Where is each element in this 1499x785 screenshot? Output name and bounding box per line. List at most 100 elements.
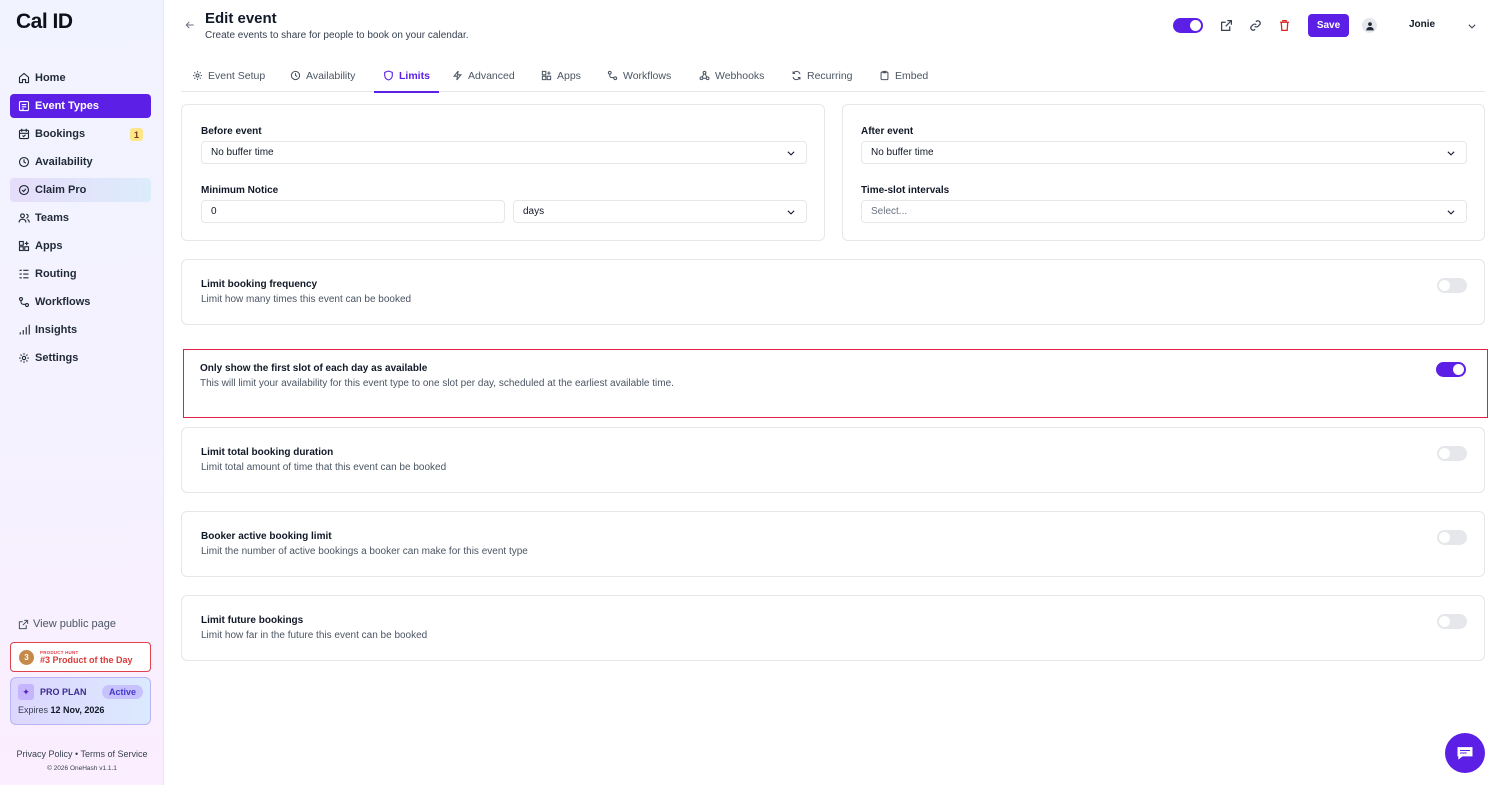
tab-event-setup[interactable]: Event Setup [192, 59, 265, 92]
setting-description: This will limit your availability for th… [200, 378, 674, 389]
copyright: © 2026 OneHash v1.1.1 [47, 765, 117, 772]
calendar-check-icon [17, 127, 31, 141]
tab-webhooks[interactable]: Webhooks [699, 59, 764, 92]
after-event-select[interactable]: No buffer time [861, 141, 1467, 164]
copy-link-icon[interactable] [1249, 19, 1262, 32]
shield-icon [384, 70, 393, 81]
chevron-down-icon [1447, 210, 1455, 215]
setting-title: Limit total booking duration [201, 447, 334, 458]
avatar[interactable] [1362, 18, 1377, 33]
sidebar-item-routing[interactable]: Routing [10, 262, 151, 286]
back-arrow-icon[interactable] [185, 20, 195, 30]
chat-icon [1457, 747, 1473, 760]
time-slot-intervals-label: Time-slot intervals [861, 185, 950, 196]
plan-expires-date: 12 Nov, 2026 [50, 705, 105, 715]
footer-links[interactable]: Privacy Policy • Terms of Service [0, 749, 164, 759]
setting-description: Limit total amount of time that this eve… [201, 462, 447, 473]
view-public-page-link[interactable]: View public page [18, 618, 116, 630]
sidebar-item-insights[interactable]: Insights [10, 318, 151, 342]
future-bookings-toggle[interactable] [1437, 614, 1467, 629]
setting-title: Limit booking frequency [201, 279, 318, 290]
before-event-select[interactable]: No buffer time [201, 141, 807, 164]
users-icon [17, 211, 31, 225]
bar-chart-icon [17, 323, 31, 337]
gear-icon [17, 351, 31, 365]
chat-support-button[interactable] [1445, 733, 1485, 773]
workflow-icon [17, 295, 31, 309]
sidebar-item-availability[interactable]: Availability [10, 150, 151, 174]
setting-card-total-duration: Limit total booking duration Limit total… [181, 427, 1485, 493]
page-subtitle: Create events to share for people to boo… [205, 30, 469, 41]
sidebar-item-bookings[interactable]: Bookings 1 [10, 122, 151, 146]
minimum-notice-input[interactable]: 0 [201, 200, 505, 223]
sidebar-item-label: Insights [35, 324, 78, 336]
external-link-icon[interactable] [1220, 19, 1233, 32]
routing-icon [17, 267, 31, 281]
app-logo[interactable]: Cal ID [16, 10, 73, 34]
setting-title: Limit future bookings [201, 615, 304, 626]
setting-card-active-booking-limit: Booker active booking limit Limit the nu… [181, 511, 1485, 577]
view-public-page-label: View public page [33, 618, 116, 630]
sidebar-item-teams[interactable]: Teams [10, 206, 151, 230]
user-name[interactable]: Jonie [1409, 19, 1435, 30]
first-slot-only-toggle[interactable] [1436, 362, 1466, 377]
user-icon [1365, 21, 1374, 30]
time-slot-intervals-select[interactable]: Select... [861, 200, 1467, 223]
apps-grid-icon [17, 239, 31, 253]
before-event-value: No buffer time [211, 147, 274, 158]
sidebar-item-label: Routing [35, 268, 77, 280]
plan-expiry: Expires 12 Nov, 2026 [18, 705, 143, 715]
event-tabs: Event Setup Availability Limits Advanced… [181, 59, 1485, 93]
tab-recurring[interactable]: Recurring [791, 59, 853, 92]
tab-label: Availability [306, 69, 356, 82]
hidden-toggle-switch[interactable] [1173, 18, 1203, 33]
sidebar-item-label: Home [35, 72, 66, 84]
sidebar-item-workflows[interactable]: Workflows [10, 290, 151, 314]
apps-grid-icon [541, 70, 552, 81]
sidebar-item-settings[interactable]: Settings [10, 346, 151, 370]
product-hunt-rank: #3 Product of the Day [40, 654, 133, 665]
sidebar-item-label: Claim Pro [35, 184, 87, 196]
sidebar-item-label: Apps [35, 240, 63, 252]
setting-description: Limit how far in the future this event c… [201, 630, 428, 641]
booking-frequency-toggle[interactable] [1437, 278, 1467, 293]
tab-availability[interactable]: Availability [290, 59, 355, 92]
product-hunt-badge[interactable]: 3 PRODUCT HUNT #3 Product of the Day [10, 642, 151, 672]
setting-title: Only show the first slot of each day as … [200, 363, 428, 374]
chevron-down-icon [1447, 151, 1455, 156]
webhook-icon [699, 70, 710, 81]
sidebar-item-home[interactable]: Home [10, 66, 151, 90]
sidebar-item-apps[interactable]: Apps [10, 234, 151, 258]
minimum-notice-value: 0 [211, 206, 217, 217]
badge-icon [17, 183, 31, 197]
buffer-settings-card-left: Before event No buffer time Minimum Noti… [181, 104, 825, 241]
tab-advanced[interactable]: Advanced [452, 59, 515, 92]
plan-card[interactable]: ✦ PRO PLAN Active Expires 12 Nov, 2026 [10, 677, 151, 725]
save-button[interactable]: Save [1308, 14, 1349, 37]
tab-label: Advanced [468, 69, 515, 82]
chevron-down-icon[interactable] [1467, 21, 1477, 31]
tab-limits[interactable]: Limits [374, 59, 439, 93]
minimum-notice-unit-value: days [523, 206, 545, 217]
setting-card-future-bookings: Limit future bookings Limit how far in t… [181, 595, 1485, 661]
buffer-settings-card-right: After event No buffer time Time-slot int… [842, 104, 1485, 241]
time-slot-intervals-placeholder: Select... [871, 206, 908, 217]
sidebar-item-claim-pro[interactable]: Claim Pro [10, 178, 151, 202]
before-event-label: Before event [201, 126, 262, 137]
gear-icon [193, 71, 202, 80]
minimum-notice-unit-select[interactable]: days [513, 200, 807, 223]
trash-icon[interactable] [1278, 19, 1291, 32]
repeat-icon [792, 70, 801, 81]
tab-apps[interactable]: Apps [541, 59, 581, 92]
total-duration-toggle[interactable] [1437, 446, 1467, 461]
tab-workflows[interactable]: Workflows [607, 59, 671, 92]
plan-status-badge: Active [101, 685, 143, 699]
setting-title: Booker active booking limit [201, 531, 332, 542]
tab-label: Apps [557, 69, 581, 82]
tab-embed[interactable]: Embed [879, 59, 928, 92]
sidebar-item-label: Settings [35, 352, 79, 364]
sidebar-item-event-types[interactable]: Event Types [10, 94, 151, 118]
active-booking-limit-toggle[interactable] [1437, 530, 1467, 545]
tab-label: Workflows [623, 69, 672, 82]
external-link-icon [18, 619, 29, 629]
